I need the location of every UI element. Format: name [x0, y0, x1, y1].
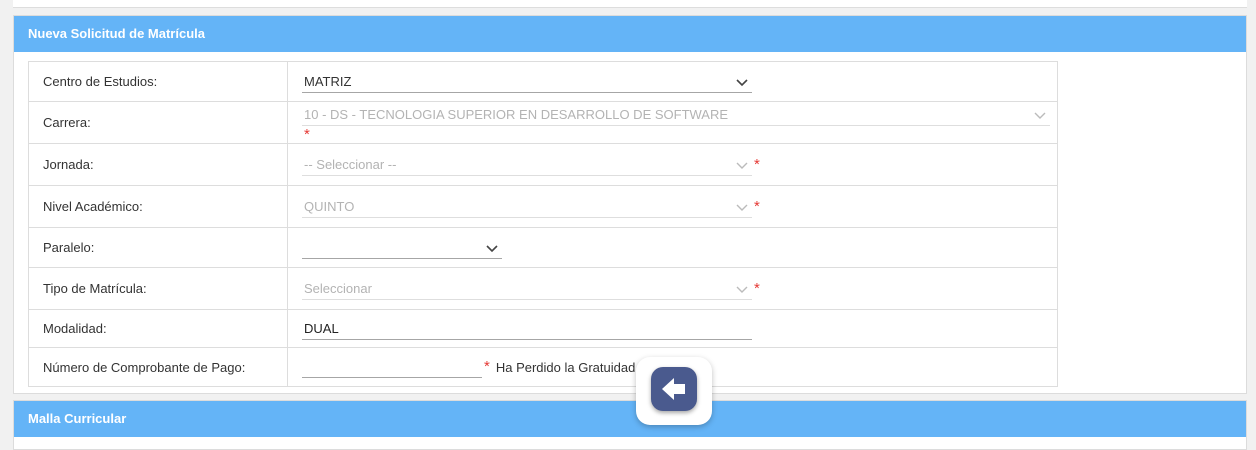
field-label: Paralelo:: [28, 227, 288, 268]
select-value: MATRIZ: [304, 73, 352, 89]
form-row-jornada: Jornada: -- Seleccionar -- *: [28, 143, 1058, 186]
field-label: Carrera:: [28, 101, 288, 144]
required-mark: *: [304, 125, 310, 143]
panel-title: Nueva Solicitud de Matrícula: [14, 16, 1246, 52]
modalidad-field[interactable]: DUAL: [302, 318, 752, 340]
comprobante-input[interactable]: [302, 356, 482, 378]
chevron-down-icon: [736, 286, 748, 293]
gratuidad-note: Ha Perdido la Gratuidad: [495, 359, 636, 375]
nivel-select[interactable]: QUINTO: [302, 196, 752, 218]
chevron-down-icon: [736, 78, 748, 86]
enrollment-request-panel: Nueva Solicitud de Matrícula Centro de E…: [13, 15, 1247, 394]
top-divider: [13, 0, 1247, 8]
form-row-carrera: Carrera: 10 - DS - TECNOLOGIA SUPERIOR E…: [28, 101, 1058, 144]
chevron-down-icon: [1034, 112, 1046, 119]
form-row-centro: Centro de Estudios: MATRIZ: [28, 61, 1058, 102]
required-mark: *: [754, 279, 760, 297]
field-label: Jornada:: [28, 143, 288, 186]
form-row-comprobante: Número de Comprobante de Pago: * Ha Perdi…: [28, 347, 1058, 387]
select-value: Seleccionar: [304, 280, 372, 296]
field-label: Tipo de Matrícula:: [28, 267, 288, 310]
tipo-matricula-select[interactable]: Seleccionar: [302, 278, 752, 300]
enrollment-form: Centro de Estudios: MATRIZ Carrera: 10 -…: [28, 61, 1058, 387]
chevron-down-icon: [736, 204, 748, 211]
required-mark: *: [754, 197, 760, 215]
form-row-nivel: Nivel Académico: QUINTO *: [28, 185, 1058, 228]
field-label: Número de Comprobante de Pago:: [28, 347, 288, 387]
centro-select[interactable]: MATRIZ: [302, 71, 752, 93]
select-value: 10 - DS - TECNOLOGIA SUPERIOR EN DESARRO…: [304, 107, 729, 122]
field-label: Modalidad:: [28, 309, 288, 348]
form-row-modalidad: Modalidad: DUAL: [28, 309, 1058, 348]
carrera-select[interactable]: 10 - DS - TECNOLOGIA SUPERIOR EN DESARRO…: [302, 104, 1050, 126]
required-mark: *: [484, 358, 490, 375]
required-mark: *: [754, 155, 760, 173]
arrow-left-icon: [662, 378, 685, 400]
field-label: Centro de Estudios:: [28, 61, 288, 102]
field-label: Nivel Académico:: [28, 185, 288, 228]
form-row-tipo: Tipo de Matrícula: Seleccionar *: [28, 267, 1058, 310]
back-button[interactable]: [636, 357, 712, 425]
back-button-face: [651, 367, 697, 411]
paralelo-select[interactable]: [302, 237, 502, 259]
select-value: QUINTO: [304, 198, 355, 214]
jornada-select[interactable]: -- Seleccionar --: [302, 154, 752, 176]
select-value: -- Seleccionar --: [304, 156, 397, 172]
curriculum-panel: Malla Curricular: [13, 400, 1247, 450]
form-row-paralelo: Paralelo:: [28, 227, 1058, 268]
panel-title: Malla Curricular: [14, 401, 1246, 437]
chevron-down-icon: [736, 162, 748, 169]
chevron-down-icon: [486, 244, 498, 252]
